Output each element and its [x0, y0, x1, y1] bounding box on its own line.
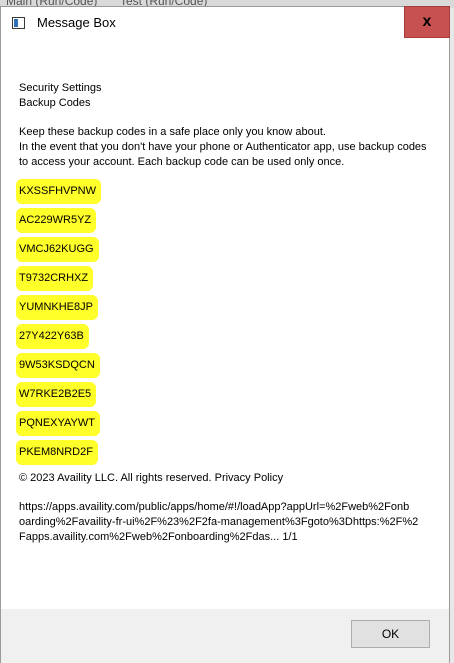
backup-code: KXSSFHVPNW — [18, 181, 100, 202]
backup-code: VMCJ62KUGG — [18, 239, 97, 260]
instructions-line: In the event that you don't have your ph… — [19, 141, 427, 153]
copyright-footer: © 2023 Availity LLC. All rights reserved… — [19, 472, 284, 484]
window-app-icon — [12, 17, 25, 29]
message-body: Security Settings Backup Codes Keep thes… — [18, 81, 439, 545]
close-button[interactable]: x — [404, 6, 450, 38]
backup-code: T9732CRHXZ — [18, 268, 92, 289]
backup-code: PKEM8NRD2F — [18, 442, 96, 463]
message-box-window: Message Box x Security Settings Backup C… — [0, 6, 450, 663]
instructions-line: to access your account. Each backup code… — [19, 156, 345, 168]
instructions-paragraph: Keep these backup codes in a safe place … — [19, 125, 439, 170]
backup-codes-heading: Backup Codes — [19, 97, 91, 109]
security-settings-heading: Security Settings — [19, 82, 102, 94]
backup-code: PQNEXYAYWT — [18, 413, 98, 434]
button-bar: OK — [1, 609, 449, 663]
backup-code-list: KXSSFHVPNW AC229WR5YZ VMCJ62KUGG T9732CR… — [18, 181, 439, 463]
url-line: oarding%2Favaility-fr-ui%2F%23%2F2fa-man… — [19, 516, 419, 528]
url-line: Fapps.availity.com%2Fweb%2Fonboarding%2F… — [19, 531, 298, 543]
instructions-line: Keep these backup codes in a safe place … — [19, 126, 326, 138]
title-bar[interactable]: Message Box x — [1, 6, 450, 39]
page-url: https://apps.availity.com/public/apps/ho… — [19, 500, 439, 545]
backup-code: AC229WR5YZ — [18, 210, 95, 231]
backup-code: YUMNKHE8JP — [18, 297, 96, 318]
window-title: Message Box — [37, 15, 116, 30]
ok-button[interactable]: OK — [351, 620, 430, 648]
backup-code: 27Y422Y63B — [18, 326, 87, 347]
close-icon: x — [422, 13, 432, 30]
backup-code: 9W53KSDQCN — [18, 355, 98, 376]
url-line: https://apps.availity.com/public/apps/ho… — [19, 501, 410, 513]
backup-code: W7RKE2B2E5 — [18, 384, 95, 405]
